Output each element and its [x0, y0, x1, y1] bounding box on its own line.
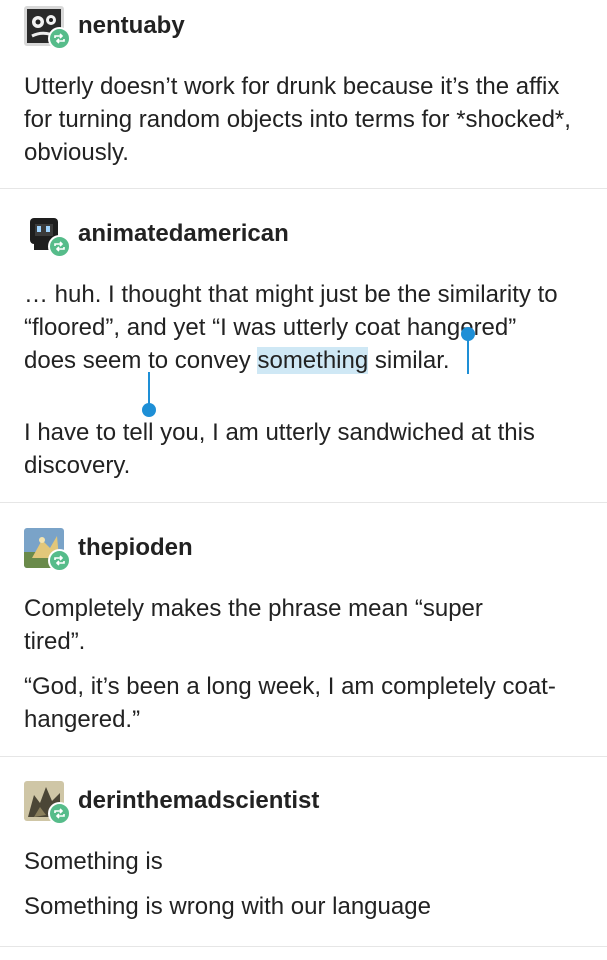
- selection-end-handle[interactable]: [142, 403, 156, 417]
- reblog-badge: [48, 27, 71, 50]
- post-text: Something is wrong with our language: [24, 893, 431, 920]
- post-divider: [0, 946, 607, 947]
- reblog-icon: [54, 555, 65, 566]
- post-text: Something is: [24, 848, 163, 875]
- post-text: Completely makes the phrase mean “super …: [24, 595, 483, 655]
- username[interactable]: nentuaby: [78, 12, 185, 40]
- selection-start-handle[interactable]: [461, 327, 475, 341]
- username[interactable]: derinthemadscientist: [78, 787, 319, 815]
- selection-start-handle-line: [467, 338, 469, 374]
- reblog-icon: [54, 33, 65, 44]
- post-text-selected[interactable]: … huh. I thought that might just be the …: [24, 278, 564, 377]
- selected-text[interactable]: something: [257, 347, 369, 374]
- username[interactable]: animatedamerican: [78, 220, 289, 248]
- post-divider: [0, 756, 607, 757]
- reblog-icon: [54, 808, 65, 819]
- post-text: Utterly doesn’t work for drunk because i…: [24, 73, 571, 166]
- post-divider: [0, 188, 607, 189]
- selection-end-handle-line: [148, 372, 150, 406]
- text-after-selection: similar.: [368, 347, 450, 374]
- username[interactable]: thepioden: [78, 534, 193, 562]
- reblog-icon: [54, 241, 65, 252]
- post-text: “God, it’s been a long week, I am comple…: [24, 673, 556, 733]
- post-text: I have to tell you, I am utterly sandwic…: [24, 419, 535, 479]
- reblog-badge: [48, 802, 71, 825]
- post-divider: [0, 502, 607, 503]
- reblog-badge: [48, 549, 71, 572]
- reblog-badge: [48, 235, 71, 258]
